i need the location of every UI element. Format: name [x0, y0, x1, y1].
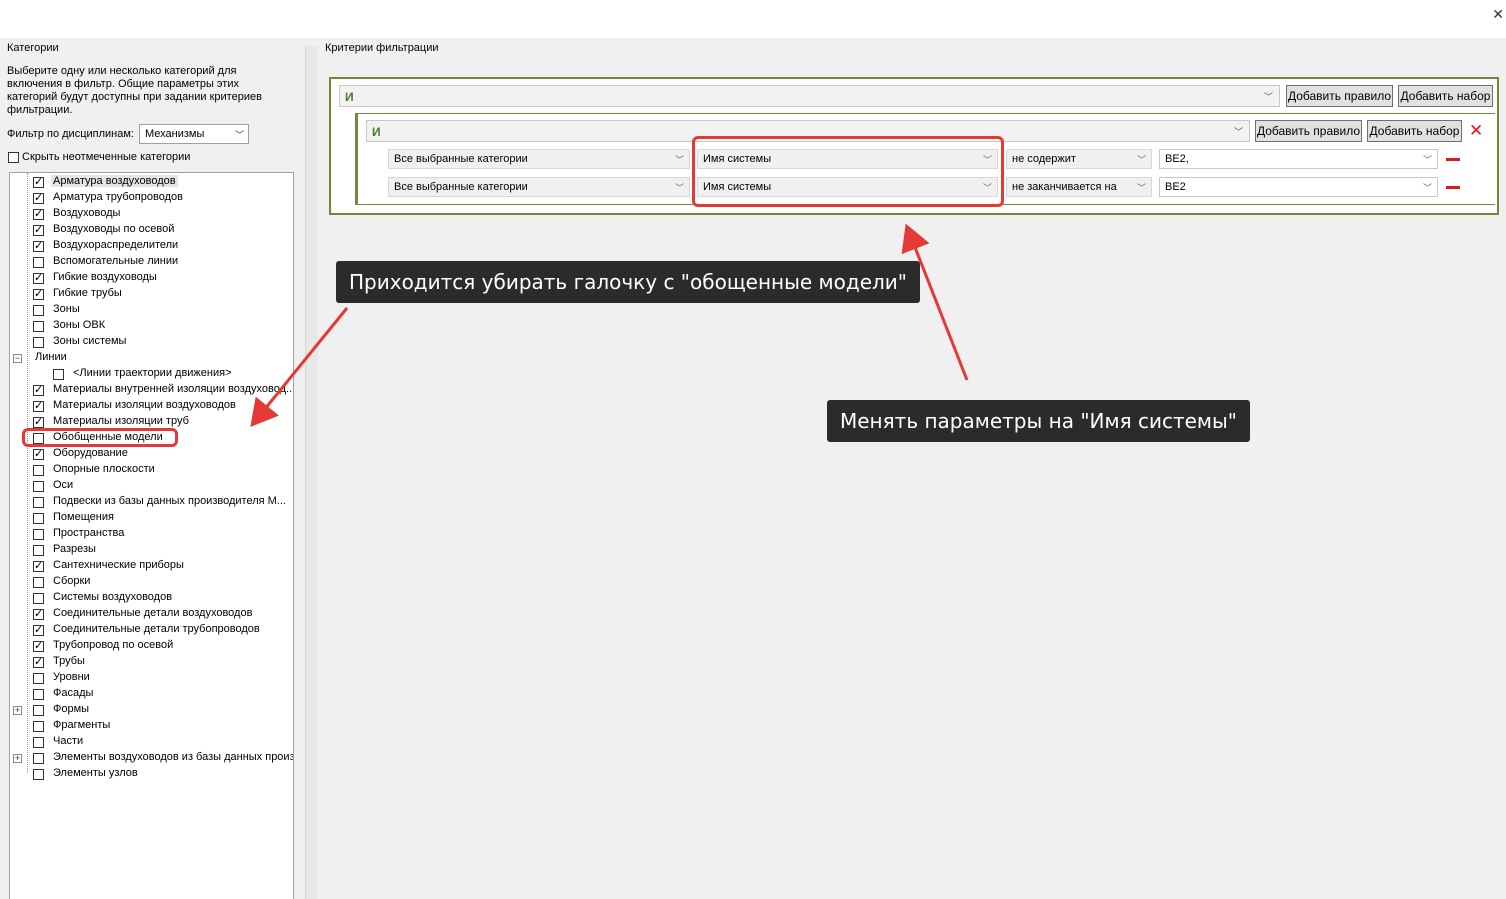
arrow-to-parameter-fields — [901, 223, 969, 381]
arrow-to-generic-models — [250, 307, 349, 427]
annotation-arrows — [250, 223, 969, 427]
